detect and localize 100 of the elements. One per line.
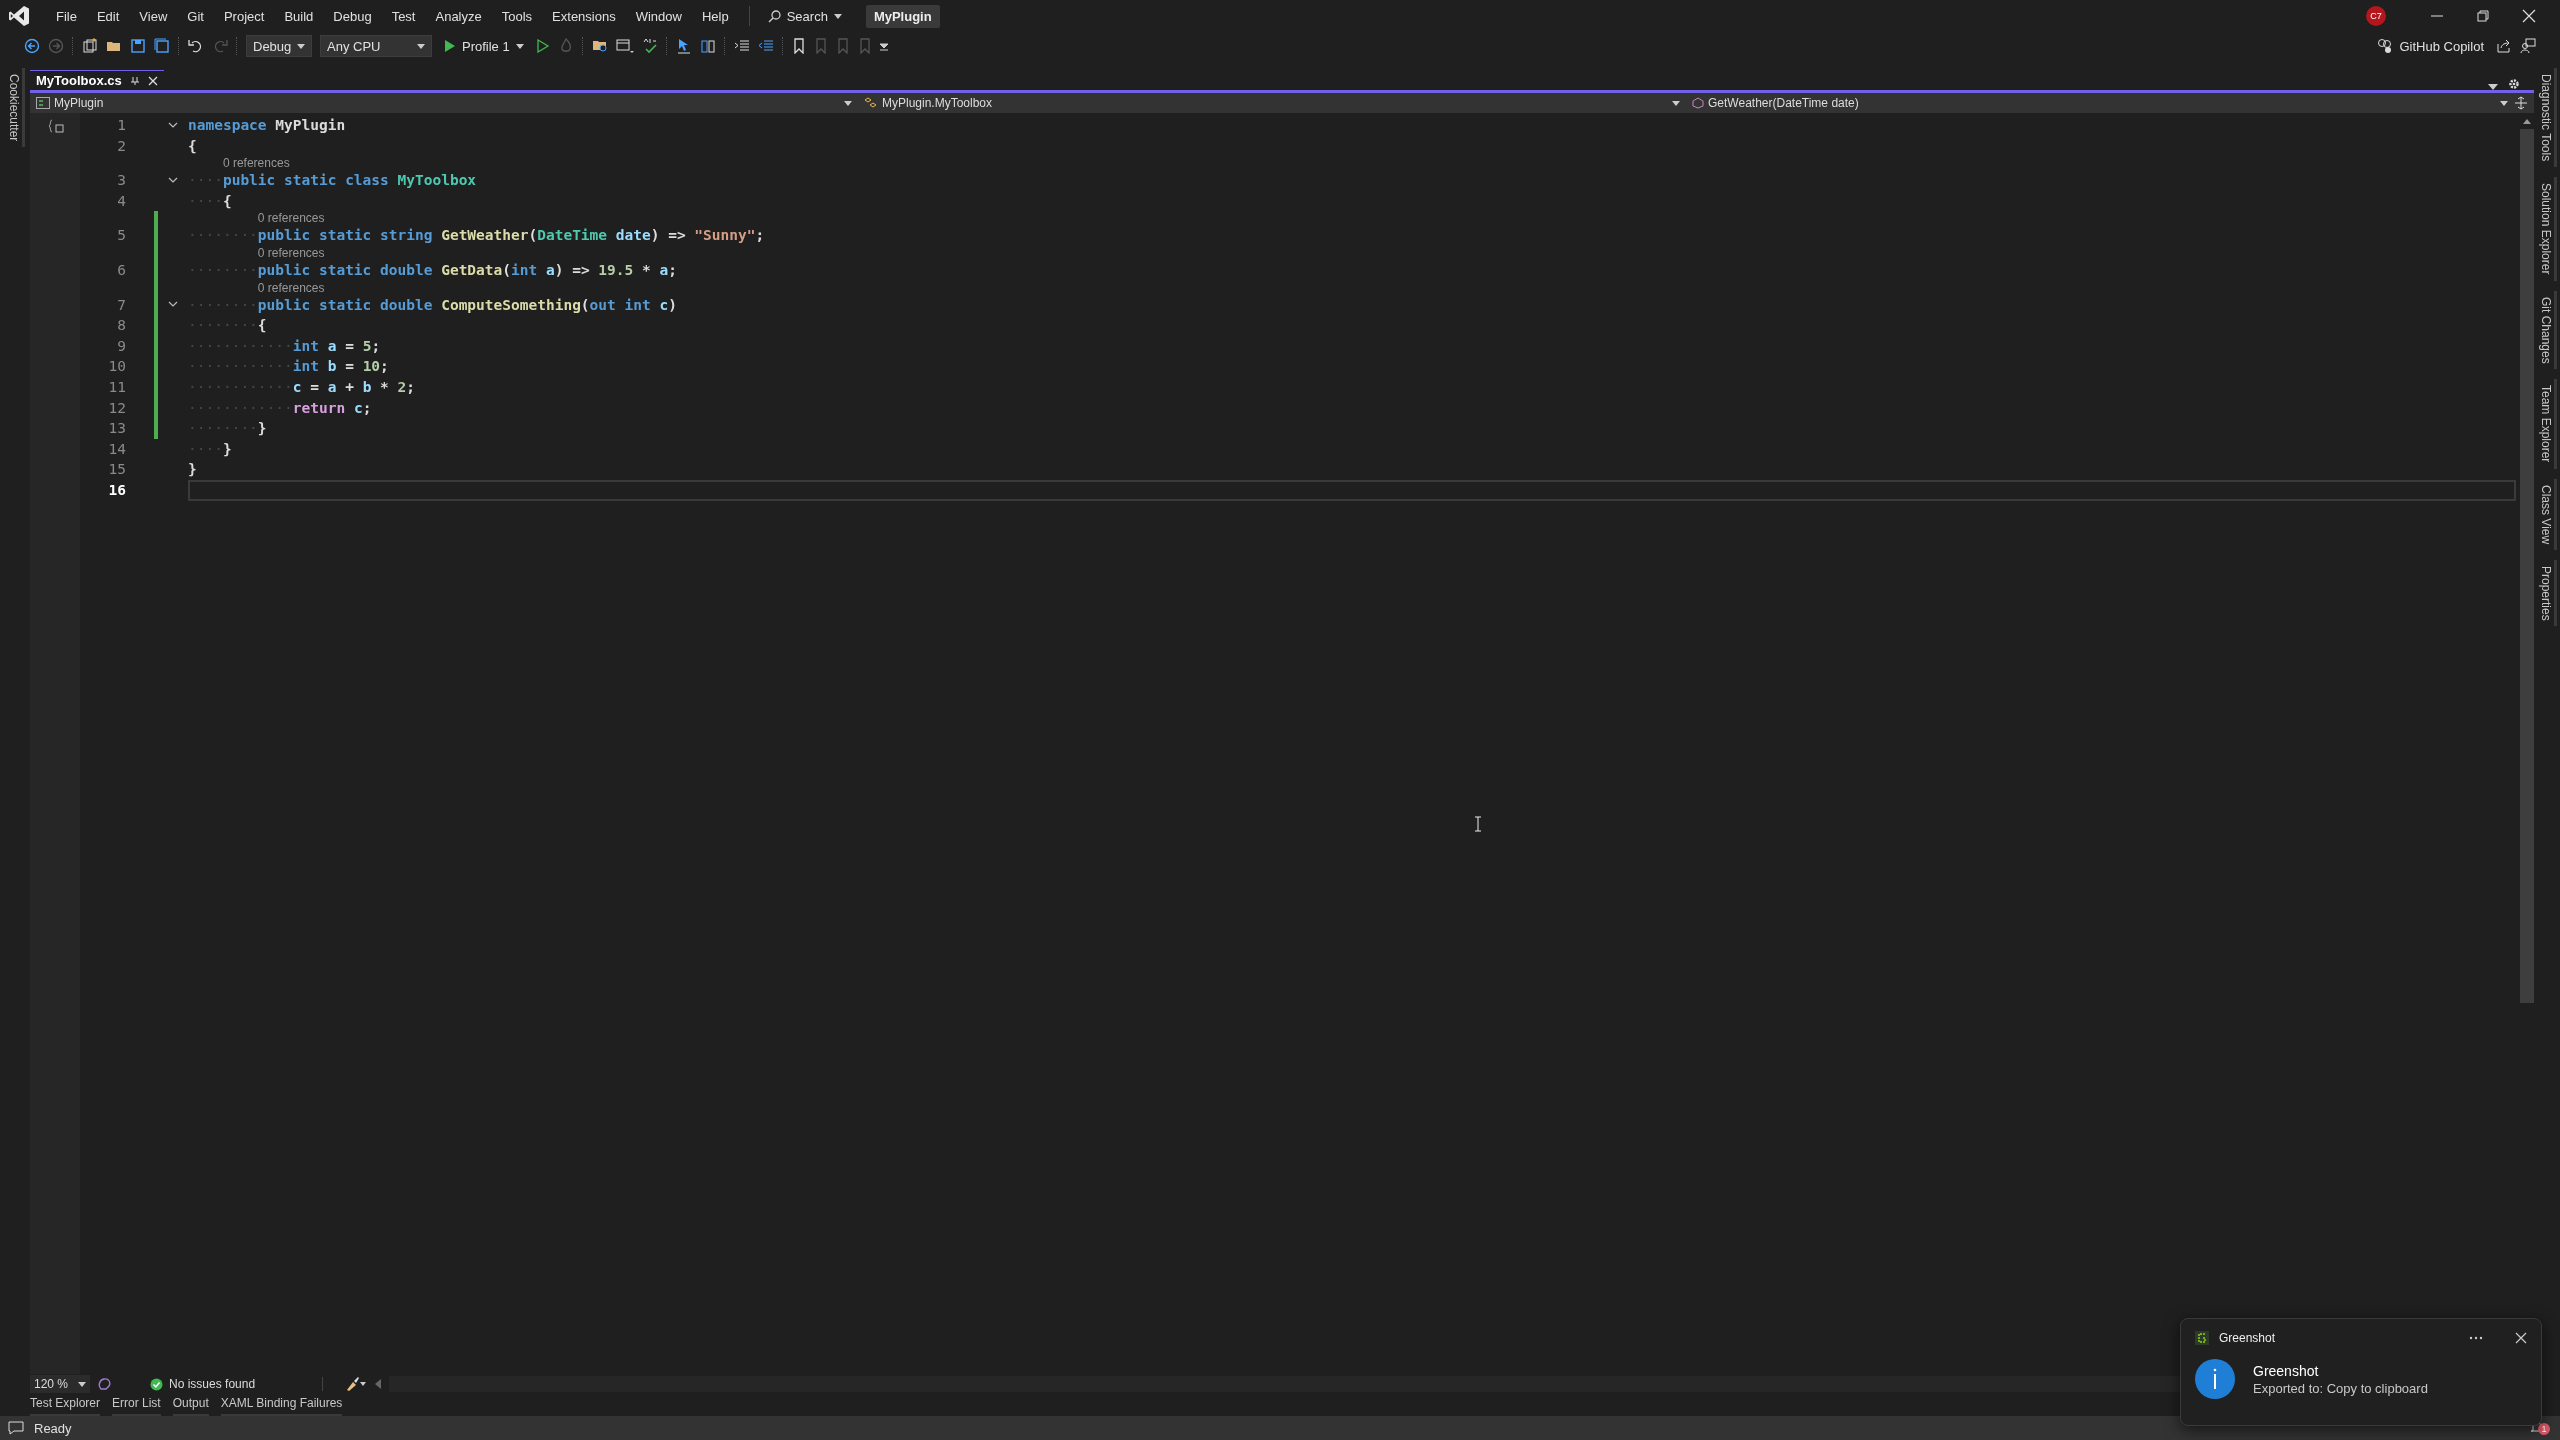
bookmark-icon[interactable] xyxy=(791,38,806,54)
menu-item[interactable]: Edit xyxy=(86,5,130,27)
line-number: 2 xyxy=(116,136,127,156)
whitespace-dots: ········ xyxy=(188,295,258,315)
split-icon[interactable] xyxy=(2514,96,2528,110)
share-icon[interactable] xyxy=(2496,38,2512,54)
project-dropdown[interactable]: MyPlugin xyxy=(30,93,858,113)
pin-icon[interactable] xyxy=(129,75,140,86)
scroll-up-icon[interactable] xyxy=(2522,117,2532,125)
menu-item[interactable]: Debug xyxy=(323,5,382,27)
references-link[interactable]: 0 references xyxy=(257,211,765,226)
account-badge[interactable]: C7 xyxy=(2366,6,2386,26)
window-layout-icon[interactable] xyxy=(615,38,634,54)
csharp-project-icon xyxy=(36,97,50,109)
side-tab[interactable]: Class View xyxy=(2537,478,2557,550)
references-link[interactable]: 0 references xyxy=(257,280,677,295)
line-number: 6 xyxy=(116,260,127,280)
menu-item[interactable]: Extensions xyxy=(542,5,626,27)
side-tab[interactable]: Git Changes xyxy=(2537,290,2557,370)
code-line: int a = 5; xyxy=(292,336,381,356)
code-line: public static double ComputeSomething(out int c) xyxy=(257,295,677,315)
columns-icon[interactable] xyxy=(699,38,716,54)
line-number: 12 xyxy=(107,398,127,418)
line-number: 16 xyxy=(107,480,127,500)
type-dropdown[interactable]: MyPlugin.MyToolbox xyxy=(858,93,1686,113)
whitespace-dots: ···· xyxy=(188,191,223,211)
menu-item[interactable]: Help xyxy=(691,5,739,27)
menu-item[interactable]: Test xyxy=(381,5,426,27)
search-button[interactable]: Search xyxy=(759,5,850,27)
collapse-icon[interactable] xyxy=(168,301,178,309)
tab-list-icon[interactable] xyxy=(2488,84,2498,90)
spell-check-icon[interactable] xyxy=(641,38,658,54)
line-number: 9 xyxy=(116,336,127,356)
text-cursor-icon xyxy=(1474,816,1482,832)
caret-icon xyxy=(1672,100,1680,106)
references-link[interactable]: 0 references xyxy=(222,156,477,171)
undo-icon[interactable] xyxy=(188,38,204,54)
close-icon[interactable] xyxy=(147,75,158,86)
side-tab[interactable]: Solution Explorer xyxy=(2537,177,2557,281)
save-icon[interactable] xyxy=(130,38,146,54)
app-logo-icon xyxy=(8,5,30,27)
close-icon[interactable] xyxy=(2515,1332,2527,1344)
notification-badge: 1 xyxy=(2538,1423,2550,1435)
run-without-debugging-icon[interactable] xyxy=(535,39,550,53)
collapse-icon[interactable] xyxy=(168,121,178,129)
more-icon[interactable] xyxy=(2469,1336,2483,1340)
code-line: } xyxy=(188,460,197,480)
menu-item[interactable]: File xyxy=(46,5,87,27)
code-line: { xyxy=(222,191,232,211)
method-icon xyxy=(1692,97,1704,109)
save-all-icon[interactable] xyxy=(154,38,170,54)
zoom-dropdown[interactable]: 120 % xyxy=(30,1375,91,1393)
side-tab[interactable]: Diagnostic Tools xyxy=(2537,68,2557,168)
copilot-button[interactable]: GitHub Copilot xyxy=(2373,36,2488,56)
restore-icon[interactable] xyxy=(2476,9,2490,23)
member-dropdown[interactable]: GetWeather(DateTime date) xyxy=(1686,93,2514,113)
configuration-dropdown[interactable]: Debug xyxy=(246,35,312,57)
side-tab[interactable]: Cookiecutter xyxy=(5,68,25,148)
menu-item[interactable]: Project xyxy=(213,5,275,27)
caret-icon xyxy=(515,43,524,49)
menu-item[interactable]: Analyze xyxy=(425,5,492,27)
caret-icon xyxy=(844,100,852,106)
feedback-icon[interactable] xyxy=(2520,38,2536,54)
code-line: c = a + b * 2; xyxy=(292,377,416,397)
indent-icon[interactable] xyxy=(733,38,750,54)
platform-dropdown[interactable]: Any CPU xyxy=(320,35,432,57)
scrollbar[interactable] xyxy=(2520,129,2534,1003)
references-link[interactable]: 0 references xyxy=(257,245,677,260)
side-tab[interactable]: Team Explorer xyxy=(2537,379,2557,469)
status-text: Ready xyxy=(34,1420,72,1436)
whitespace-dots: ········ xyxy=(188,226,258,246)
line-number: 7 xyxy=(116,295,127,315)
menu-item[interactable]: Window xyxy=(625,5,692,27)
menu-item[interactable]: View xyxy=(129,5,178,27)
run-button[interactable]: Profile 1 xyxy=(440,36,528,56)
close-icon[interactable] xyxy=(2522,9,2536,23)
back-icon[interactable] xyxy=(24,38,40,54)
menu-item[interactable]: Build xyxy=(274,5,324,27)
scroll-left-icon[interactable] xyxy=(375,1379,382,1389)
line-number: 1 xyxy=(116,116,127,135)
document-tab[interactable]: MyToolbox.cs xyxy=(30,70,164,90)
whitespace-dots: ········ xyxy=(188,260,258,280)
caret-icon xyxy=(2500,100,2508,106)
outdent-icon[interactable] xyxy=(757,38,774,54)
overflow-icon[interactable] xyxy=(879,41,888,51)
chat-icon[interactable] xyxy=(8,1421,24,1435)
whitespace-dots: ············ xyxy=(188,336,293,356)
menu-item[interactable]: Git xyxy=(177,5,214,27)
folder-search-icon[interactable] xyxy=(591,38,608,54)
line-number: 11 xyxy=(107,377,127,397)
settings-icon[interactable] xyxy=(2508,78,2520,90)
collapse-icon[interactable] xyxy=(168,176,178,184)
code-line: public static double GetData(int a) => 19.5 * a; xyxy=(257,260,677,280)
side-tab[interactable]: Properties xyxy=(2537,559,2557,627)
caret-icon xyxy=(78,1381,87,1387)
menu-item[interactable]: Tools xyxy=(491,5,543,27)
new-project-icon[interactable] xyxy=(82,38,98,54)
cursor-icon[interactable] xyxy=(675,38,692,54)
issues-indicator[interactable]: No issues found xyxy=(150,1377,301,1391)
brush-icon[interactable] xyxy=(345,1377,368,1391)
